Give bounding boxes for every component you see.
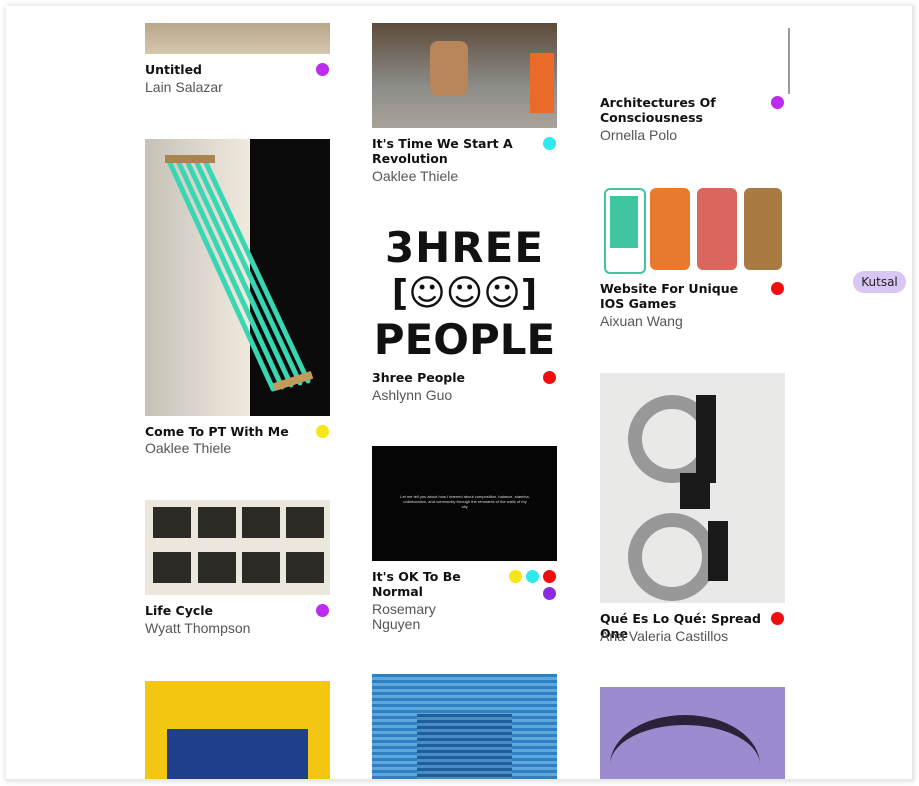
card-author[interactable]: Lain Salazar (145, 80, 223, 95)
card-title[interactable]: Life Cycle (145, 603, 305, 618)
category-dot (543, 137, 556, 150)
category-dot (316, 604, 329, 617)
artwork-thumbnail[interactable] (145, 500, 330, 595)
smiley-row: [☺☺☺] (391, 273, 538, 314)
card-author[interactable]: Oaklee Thiele (145, 441, 231, 456)
category-dot (316, 425, 329, 438)
artwork-thumbnail[interactable] (145, 23, 330, 54)
card-author[interactable]: Aixuan Wang (600, 314, 683, 329)
card-author[interactable]: Ashlynn Guo (372, 388, 452, 403)
artwork-thumbnail[interactable]: Let me tell you about how I learned abou… (372, 446, 557, 561)
category-dot (509, 570, 522, 583)
artwork-title-text: 3HREE (384, 223, 545, 272)
artwork-thumbnail[interactable] (145, 681, 330, 779)
user-badge[interactable]: Kutsal (853, 271, 906, 293)
artwork-title-text: PEOPLE (373, 315, 556, 364)
category-dot (771, 612, 784, 625)
artwork-thumbnail[interactable] (600, 687, 785, 779)
card-title[interactable]: Website For Unique IOS Games (600, 281, 750, 311)
card-author[interactable]: Ornella Polo (600, 128, 677, 143)
category-dot (543, 371, 556, 384)
category-dot (526, 570, 539, 583)
card-title[interactable]: Come To PT With Me (145, 424, 305, 439)
artwork-thumbnail[interactable] (600, 186, 785, 274)
card-author[interactable]: Wyatt Thompson (145, 621, 250, 636)
card-author[interactable]: Rosemary Nguyen (372, 602, 462, 632)
artwork-thumbnail[interactable] (600, 373, 785, 603)
card-title[interactable]: It's Time We Start A Revolution (372, 136, 522, 166)
artwork-thumbnail[interactable] (145, 139, 330, 416)
category-dot (316, 63, 329, 76)
artwork-thumbnail[interactable]: 3HREE [☺☺☺] PEOPLE (372, 222, 557, 366)
card-author[interactable]: Ana Valeria Castillos (600, 629, 728, 644)
card-title[interactable]: Architectures Of Consciousness (600, 95, 750, 125)
category-dot (543, 587, 556, 600)
category-dot (771, 96, 784, 109)
card-title[interactable]: 3hree People (372, 370, 532, 385)
card-author[interactable]: Oaklee Thiele (372, 169, 458, 184)
category-dot (543, 570, 556, 583)
artwork-thumbnail[interactable] (372, 23, 557, 128)
card-title[interactable]: Untitled (145, 62, 305, 77)
card-title[interactable]: It's OK To Be Normal (372, 569, 482, 599)
gallery-frame: Untitled Lain Salazar Come To PT With Me… (6, 6, 914, 781)
category-dot (771, 282, 784, 295)
artwork-thumbnail[interactable] (372, 674, 557, 779)
scrollbar[interactable] (788, 28, 790, 94)
artwork-caption: Let me tell you about how I learned abou… (400, 494, 530, 509)
